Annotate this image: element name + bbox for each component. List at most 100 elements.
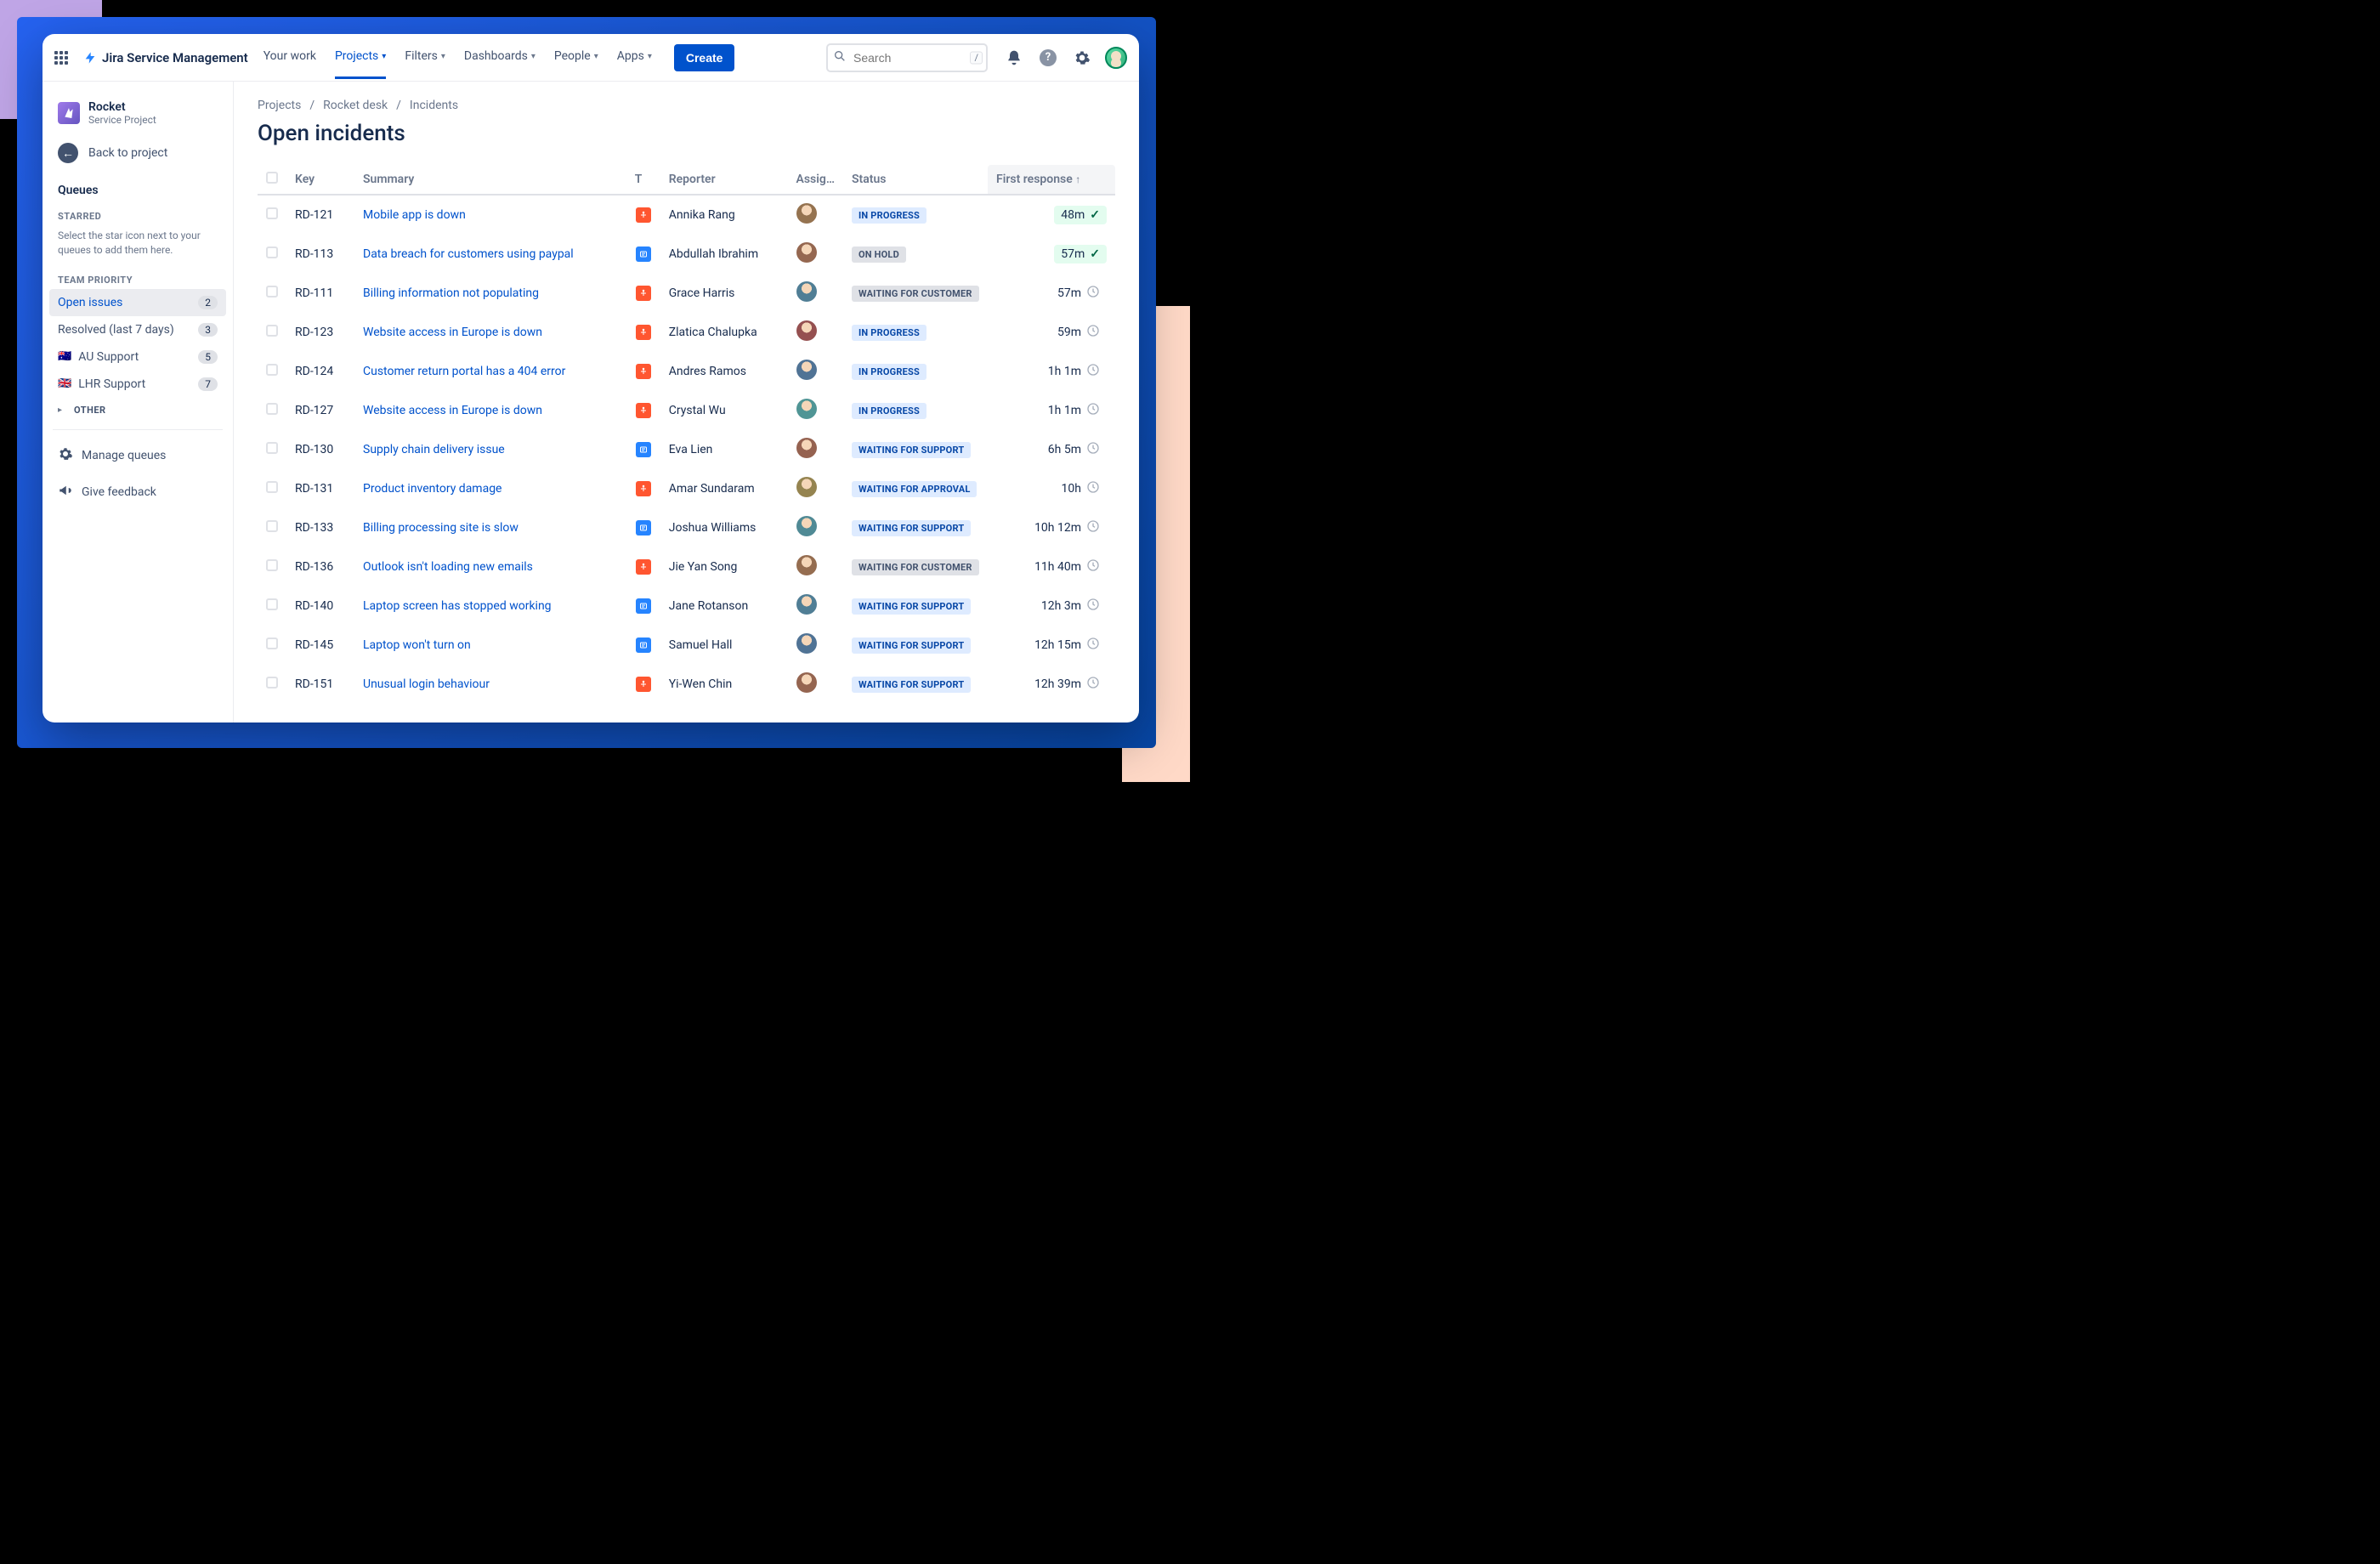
issue-summary-link[interactable]: Billing processing site is slow [363,521,518,535]
col-first-response[interactable]: First response ↑ [988,165,1115,195]
row-checkbox[interactable] [266,364,278,376]
give-feedback-link[interactable]: Give feedback [49,473,226,510]
nav-item-filters[interactable]: Filters ▾ [405,36,445,79]
status-badge[interactable]: IN PROGRESS [852,403,926,419]
row-checkbox[interactable] [266,207,278,219]
issue-key[interactable]: RD-124 [286,352,354,391]
assignee-avatar[interactable] [796,555,817,575]
issue-summary-link[interactable]: Customer return portal has a 404 error [363,365,565,378]
row-checkbox[interactable] [266,481,278,493]
nav-item-people[interactable]: People ▾ [554,36,598,79]
issue-summary-link[interactable]: Outlook isn't loading new emails [363,560,533,574]
assignee-avatar[interactable] [796,594,817,615]
assignee-avatar[interactable] [796,360,817,380]
search-input[interactable] [826,43,988,72]
project-header[interactable]: Rocket Service Project [49,95,226,131]
issue-summary-link[interactable]: Website access in Europe is down [363,326,542,339]
issue-key[interactable]: RD-121 [286,195,354,235]
app-switcher-icon[interactable] [54,51,68,65]
row-checkbox[interactable] [266,638,278,649]
assignee-avatar[interactable] [796,242,817,263]
status-badge[interactable]: IN PROGRESS [852,207,926,224]
queue-item-resolved-last-7-days-[interactable]: Resolved (last 7 days)3 [49,316,226,343]
create-button[interactable]: Create [674,44,735,71]
breadcrumb-item[interactable]: Rocket desk [323,99,388,112]
notifications-icon[interactable] [1003,47,1025,69]
back-to-project-link[interactable]: ← Back to project [49,131,226,175]
issue-summary-link[interactable]: Product inventory damage [363,482,502,496]
row-checkbox[interactable] [266,677,278,688]
nav-item-apps[interactable]: Apps ▾ [617,36,652,79]
status-badge[interactable]: WAITING FOR SUPPORT [852,520,971,536]
breadcrumb-item[interactable]: Projects [258,99,301,112]
row-checkbox[interactable] [266,520,278,532]
row-checkbox[interactable] [266,286,278,298]
status-badge[interactable]: ON HOLD [852,246,906,263]
assignee-avatar[interactable] [796,633,817,654]
issue-key[interactable]: RD-151 [286,665,354,704]
row-checkbox[interactable] [266,246,278,258]
issue-key[interactable]: RD-145 [286,626,354,665]
issue-summary-link[interactable]: Website access in Europe is down [363,404,542,417]
issue-key[interactable]: RD-133 [286,508,354,547]
issue-key[interactable]: RD-113 [286,235,354,274]
col-reporter[interactable]: Reporter [660,165,788,195]
issue-key[interactable]: RD-140 [286,586,354,626]
help-icon[interactable]: ? [1037,47,1059,69]
issue-key[interactable]: RD-111 [286,274,354,313]
breadcrumb-item[interactable]: Incidents [410,99,458,112]
issue-summary-link[interactable]: Billing information not populating [363,286,539,300]
assignee-avatar[interactable] [796,672,817,693]
clock-icon [1086,676,1100,693]
nav-item-projects[interactable]: Projects ▾ [335,36,386,79]
manage-queues-link[interactable]: Manage queues [49,437,226,473]
row-checkbox[interactable] [266,598,278,610]
nav-item-your-work[interactable]: Your work [264,36,316,79]
status-badge[interactable]: WAITING FOR SUPPORT [852,442,971,458]
assignee-avatar[interactable] [796,438,817,458]
settings-icon[interactable] [1071,47,1093,69]
issue-key[interactable]: RD-131 [286,469,354,508]
status-badge[interactable]: WAITING FOR CUSTOMER [852,559,979,575]
row-checkbox[interactable] [266,325,278,337]
assignee-avatar[interactable] [796,203,817,224]
assignee-avatar[interactable] [796,477,817,497]
issue-key[interactable]: RD-123 [286,313,354,352]
select-all-checkbox[interactable] [266,172,278,184]
issue-key[interactable]: RD-136 [286,547,354,586]
issue-summary-link[interactable]: Unusual login behaviour [363,677,490,691]
product-logo[interactable]: Jira Service Management [83,50,248,65]
assignee-avatar[interactable] [796,281,817,302]
status-badge[interactable]: WAITING FOR SUPPORT [852,638,971,654]
status-badge[interactable]: WAITING FOR SUPPORT [852,598,971,615]
user-avatar[interactable] [1105,47,1127,69]
status-badge[interactable]: WAITING FOR SUPPORT [852,677,971,693]
col-type[interactable]: T [626,165,660,195]
assignee-avatar[interactable] [796,516,817,536]
queue-item-lhr-support[interactable]: 🇬🇧LHR Support7 [49,371,226,398]
col-key[interactable]: Key [286,165,354,195]
issue-key[interactable]: RD-130 [286,430,354,469]
assignee-avatar[interactable] [796,399,817,419]
status-badge[interactable]: IN PROGRESS [852,325,926,341]
queue-item-open-issues[interactable]: Open issues2 [49,289,226,316]
issue-summary-link[interactable]: Supply chain delivery issue [363,443,505,456]
issue-summary-link[interactable]: Mobile app is down [363,208,466,222]
queue-item-au-support[interactable]: 🇦🇺AU Support5 [49,343,226,371]
issue-summary-link[interactable]: Laptop won't turn on [363,638,471,652]
row-checkbox[interactable] [266,403,278,415]
status-badge[interactable]: WAITING FOR CUSTOMER [852,286,979,302]
issue-key[interactable]: RD-127 [286,391,354,430]
col-status[interactable]: Status [843,165,988,195]
col-assignee[interactable]: Assig… [788,165,843,195]
nav-item-dashboards[interactable]: Dashboards ▾ [464,36,536,79]
issue-summary-link[interactable]: Data breach for customers using paypal [363,247,574,261]
other-section-toggle[interactable]: ▸OTHER [49,398,226,422]
row-checkbox[interactable] [266,442,278,454]
status-badge[interactable]: IN PROGRESS [852,364,926,380]
status-badge[interactable]: WAITING FOR APPROVAL [852,481,977,497]
row-checkbox[interactable] [266,559,278,571]
col-summary[interactable]: Summary [354,165,626,195]
issue-summary-link[interactable]: Laptop screen has stopped working [363,599,552,613]
assignee-avatar[interactable] [796,320,817,341]
